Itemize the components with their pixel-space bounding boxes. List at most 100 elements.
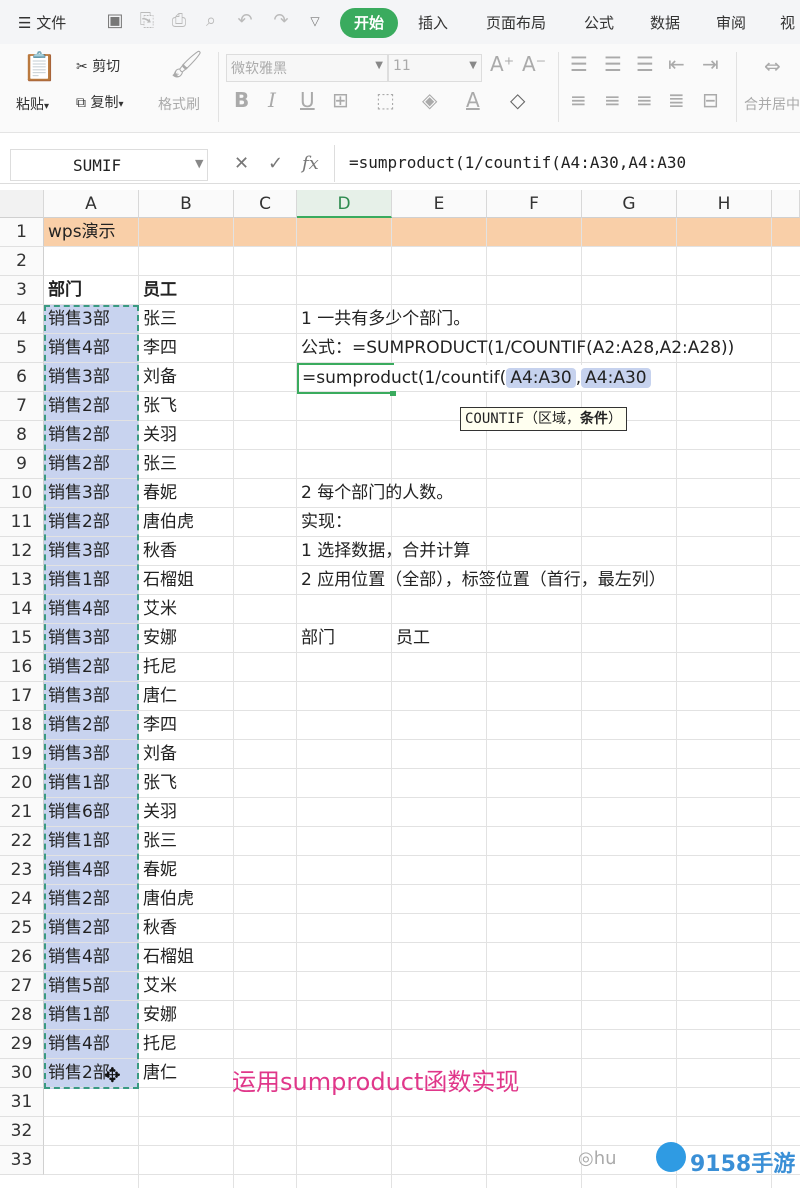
- cell-employee[interactable]: 春妮: [140, 856, 177, 885]
- tab-data[interactable]: 数据: [650, 12, 680, 33]
- cell-employee[interactable]: 唐伯虎: [140, 885, 194, 914]
- row-header-16[interactable]: 16: [0, 653, 44, 682]
- column-header-f[interactable]: F: [487, 190, 582, 218]
- cell-department[interactable]: 销售3部: [45, 624, 110, 653]
- row-header-20[interactable]: 20: [0, 769, 44, 798]
- cell-department[interactable]: 销售4部: [45, 595, 110, 624]
- cell-department[interactable]: 销售2部: [45, 1059, 110, 1088]
- print-preview-icon[interactable]: ⌕: [200, 10, 222, 32]
- row-header-25[interactable]: 25: [0, 914, 44, 943]
- column-header-d[interactable]: D: [297, 190, 392, 218]
- column-header-c[interactable]: C: [234, 190, 297, 218]
- row-header-7[interactable]: 7: [0, 392, 44, 421]
- column-header-b[interactable]: B: [139, 190, 234, 218]
- merge-cells-icon[interactable]: ⇔: [764, 54, 781, 78]
- tab-page-layout[interactable]: 页面布局: [486, 12, 546, 33]
- row-header-17[interactable]: 17: [0, 682, 44, 711]
- save-icon[interactable]: ▣: [104, 10, 126, 32]
- align-right-icon[interactable]: ≡: [636, 88, 653, 112]
- cell-d13-note[interactable]: 2 应用位置（全部），标签位置（首行，最左列）: [298, 566, 666, 595]
- border-icon[interactable]: ⊞: [332, 88, 349, 112]
- formula-input[interactable]: =sumproduct(1/countif(A4:A30,A4:A30: [334, 145, 800, 182]
- print-icon[interactable]: ⎙: [168, 10, 190, 32]
- row-header-8[interactable]: 8: [0, 421, 44, 450]
- cell-department[interactable]: 销售2部: [45, 885, 110, 914]
- chevron-down-icon[interactable]: ▽: [304, 10, 326, 32]
- cell-employee[interactable]: 张三: [140, 305, 177, 334]
- fill-style-icon[interactable]: ⬚: [376, 88, 395, 112]
- indent-increase-icon[interactable]: ⇥: [702, 52, 719, 76]
- align-left-icon[interactable]: ≡: [570, 88, 587, 112]
- cell-department[interactable]: 销售3部: [45, 740, 110, 769]
- cell-d5-formula-note[interactable]: 公式：=SUMPRODUCT(1/COUNTIF(A2:A28,A2:A28)): [298, 334, 734, 363]
- cell-employee[interactable]: 关羽: [140, 798, 177, 827]
- tab-home[interactable]: 开始: [340, 8, 398, 38]
- paste-icon[interactable]: 📋: [22, 50, 57, 83]
- row-header-1[interactable]: 1: [0, 218, 44, 247]
- cell-employee[interactable]: 关羽: [140, 421, 177, 450]
- cell-department[interactable]: 销售4部: [45, 943, 110, 972]
- align-middle-icon[interactable]: ☰: [604, 52, 622, 76]
- row-header-30[interactable]: 30: [0, 1059, 44, 1088]
- row-header-24[interactable]: 24: [0, 885, 44, 914]
- cell-employee[interactable]: 唐仁: [140, 682, 177, 711]
- increase-font-icon[interactable]: A⁺: [490, 52, 514, 76]
- copy-button[interactable]: ⧉ 复制▾: [76, 92, 123, 112]
- row-header-10[interactable]: 10: [0, 479, 44, 508]
- fill-color-icon[interactable]: ◈: [422, 88, 437, 112]
- row-header-33[interactable]: 33: [0, 1146, 44, 1175]
- cell-employee[interactable]: 安娜: [140, 624, 177, 653]
- format-painter-icon[interactable]: 🖌: [170, 50, 203, 80]
- cell-a1-title[interactable]: wps演示: [45, 218, 116, 247]
- cell-department[interactable]: 销售1部: [45, 1001, 110, 1030]
- underline-icon[interactable]: U: [300, 88, 315, 112]
- cell-employee[interactable]: 张三: [140, 827, 177, 856]
- cell-department[interactable]: 销售5部: [45, 972, 110, 1001]
- row-header-5[interactable]: 5: [0, 334, 44, 363]
- cut-button[interactable]: ✂ 剪切: [76, 56, 120, 76]
- cell-employee[interactable]: 李四: [140, 711, 177, 740]
- tab-formulas[interactable]: 公式: [584, 12, 614, 33]
- select-all-corner[interactable]: [0, 190, 44, 218]
- cell-employee[interactable]: 秋香: [140, 537, 177, 566]
- format-painter-label[interactable]: 格式刷: [158, 94, 200, 114]
- font-size-select[interactable]: 11 ▼: [388, 54, 482, 82]
- cell-employee[interactable]: 张三: [140, 450, 177, 479]
- tab-review[interactable]: 审阅: [716, 12, 746, 33]
- bold-icon[interactable]: B: [234, 88, 249, 112]
- row-header-11[interactable]: 11: [0, 508, 44, 537]
- cell-department[interactable]: 销售2部: [45, 392, 110, 421]
- merge-center-label[interactable]: 合并居中: [744, 94, 800, 114]
- cell-department[interactable]: 销售2部: [45, 508, 110, 537]
- column-header-h[interactable]: H: [677, 190, 772, 218]
- row-header-22[interactable]: 22: [0, 827, 44, 856]
- column-header-e[interactable]: E: [392, 190, 487, 218]
- name-box[interactable]: SUMIF ▼: [10, 149, 208, 181]
- cell-department[interactable]: 销售2部: [45, 450, 110, 479]
- cell-department[interactable]: 销售3部: [45, 363, 110, 392]
- row-header-9[interactable]: 9: [0, 450, 44, 479]
- insert-function-icon[interactable]: fx: [302, 153, 319, 174]
- cell-employee[interactable]: 张飞: [140, 392, 177, 421]
- row-header-31[interactable]: 31: [0, 1088, 44, 1117]
- cell-employee[interactable]: 艾米: [140, 972, 177, 1001]
- spreadsheet-grid[interactable]: A B C D E F G H 1 2 3 4 5 6 7 8 9 10 11 12 13 14 15 16 17 18 19 20 2…: [0, 190, 800, 1188]
- column-header-g[interactable]: G: [582, 190, 677, 218]
- cell-department[interactable]: 销售1部: [45, 566, 110, 595]
- row-header-19[interactable]: 19: [0, 740, 44, 769]
- cell-department[interactable]: 销售2部: [45, 653, 110, 682]
- row-header-32[interactable]: 32: [0, 1117, 44, 1146]
- cell-department[interactable]: 销售3部: [45, 537, 110, 566]
- export-icon[interactable]: ⎘: [136, 10, 158, 32]
- cell-employee[interactable]: 刘备: [140, 363, 177, 392]
- cancel-icon[interactable]: ✕: [234, 153, 249, 174]
- cell-employee[interactable]: 刘备: [140, 740, 177, 769]
- align-center-icon[interactable]: ≡: [604, 88, 621, 112]
- row-header-3[interactable]: 3: [0, 276, 44, 305]
- indent-decrease-icon[interactable]: ⇤: [668, 52, 685, 76]
- row-header-18[interactable]: 18: [0, 711, 44, 740]
- cell-d4-note[interactable]: 1 一共有多少个部门。: [298, 305, 470, 334]
- row-header-29[interactable]: 29: [0, 1030, 44, 1059]
- row-header-26[interactable]: 26: [0, 943, 44, 972]
- cell-department[interactable]: 销售3部: [45, 305, 110, 334]
